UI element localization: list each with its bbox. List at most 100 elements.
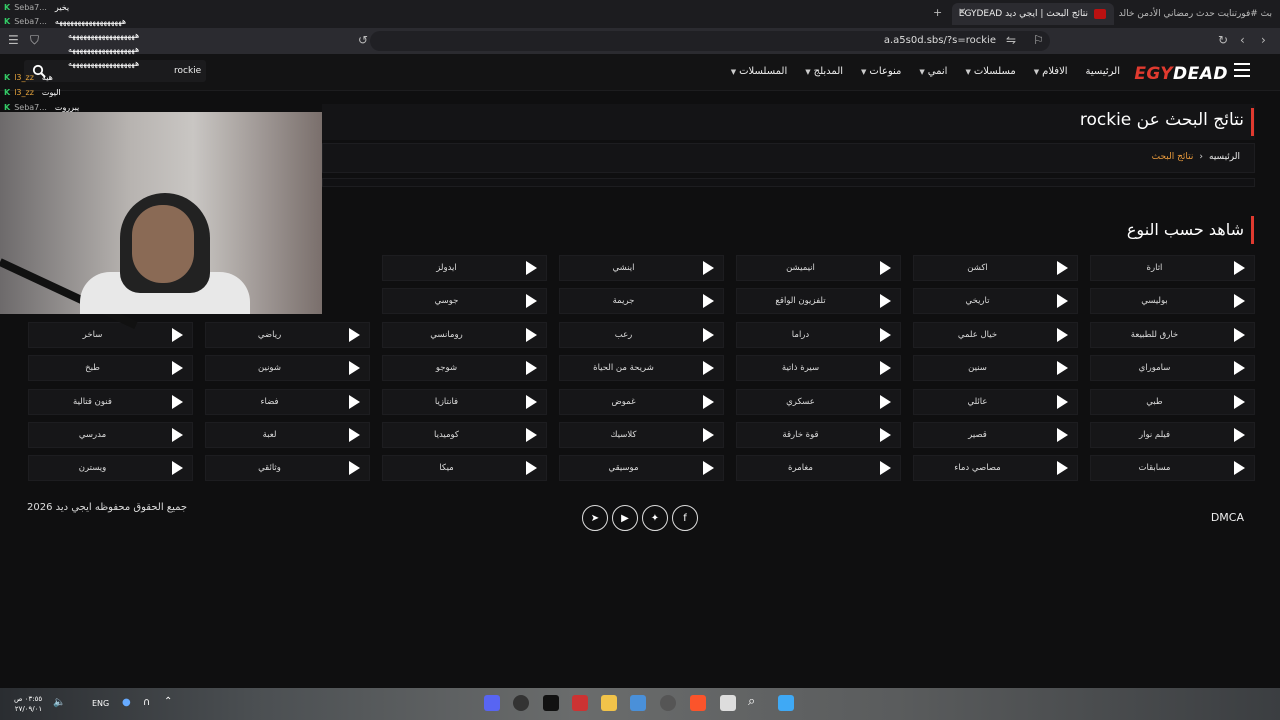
url-text[interactable]: a.a5s0d.sbs/?s=rockie bbox=[884, 35, 996, 46]
twitter-icon[interactable]: ✦ bbox=[642, 505, 668, 531]
facebook-icon[interactable]: f bbox=[672, 505, 698, 531]
genre-button[interactable]: خارق للطبيعة bbox=[1090, 321, 1255, 348]
play-icon bbox=[874, 288, 896, 314]
genre-button[interactable]: قوة خارقة bbox=[736, 422, 901, 448]
genre-button[interactable]: جوسي bbox=[382, 288, 547, 315]
genre-button[interactable]: مدرسي bbox=[28, 422, 193, 448]
genre-button[interactable]: ميكا bbox=[382, 455, 547, 482]
close-tab-icon[interactable]: ✕ bbox=[958, 7, 966, 18]
genre-button[interactable]: وثائقي bbox=[205, 455, 370, 482]
show-hidden-icons-icon[interactable]: ⌃ bbox=[164, 696, 172, 707]
dmca-link[interactable]: DMCA bbox=[1211, 511, 1244, 524]
genre-button[interactable]: قصير bbox=[913, 422, 1078, 448]
breadcrumb-home-link[interactable]: الرئيسيه bbox=[1209, 152, 1240, 162]
genre-button[interactable]: شونين bbox=[205, 355, 370, 382]
genre-button[interactable]: رعب bbox=[559, 321, 724, 348]
obs-icon[interactable] bbox=[513, 695, 529, 711]
genre-label: ساموراي bbox=[1138, 363, 1171, 374]
nav-item[interactable]: الرئيسية bbox=[1086, 66, 1120, 77]
genre-button[interactable]: غموض bbox=[559, 388, 724, 415]
genre-button[interactable]: كلاسيك bbox=[559, 422, 724, 448]
headset-icon[interactable]: ∩ bbox=[143, 697, 150, 708]
genre-button[interactable]: رومانسي bbox=[382, 321, 547, 348]
play-icon bbox=[1051, 322, 1073, 348]
genre-button[interactable]: مصاصي دماء bbox=[913, 455, 1078, 482]
site-logo[interactable]: EGYDEAD bbox=[1134, 64, 1228, 84]
nav-item[interactable]: مسلسلات ▼ bbox=[965, 66, 1015, 77]
genre-button[interactable]: ساموراي bbox=[1090, 355, 1255, 382]
bookmark-icon[interactable]: ⚐ bbox=[1033, 33, 1044, 47]
genre-button[interactable]: عسكري bbox=[736, 388, 901, 415]
genre-button[interactable]: مسابقات bbox=[1090, 455, 1255, 482]
app-icon[interactable] bbox=[660, 695, 676, 711]
genre-button[interactable]: مغامرة bbox=[736, 455, 901, 482]
hamburger-menu-icon[interactable] bbox=[1234, 63, 1250, 77]
stream-chat-overlay: K Seba7... يخير K Seba7... هههههههههههههههههه… bbox=[0, 0, 160, 116]
forward-icon[interactable]: ‹ bbox=[1240, 33, 1245, 47]
youtube-icon[interactable]: ▶ bbox=[612, 505, 638, 531]
genre-button[interactable]: سيرة ذاتية bbox=[736, 355, 901, 382]
genre-button[interactable]: ساخر bbox=[28, 321, 193, 348]
reload-tab-icon[interactable]: ↺ bbox=[358, 33, 368, 47]
speaker-icon[interactable]: 🔈 bbox=[53, 697, 65, 708]
epic-games-icon[interactable] bbox=[543, 695, 559, 711]
start-icon[interactable] bbox=[778, 695, 794, 711]
genre-button[interactable]: اكشن bbox=[913, 255, 1078, 281]
nav-item[interactable]: المسلسلات ▼ bbox=[731, 66, 788, 77]
genre-button[interactable]: لعبة bbox=[205, 422, 370, 448]
site-settings-icon[interactable]: ⇋ bbox=[1006, 33, 1016, 47]
genre-button[interactable]: سنين bbox=[913, 355, 1078, 382]
genre-button[interactable]: انيميشن bbox=[736, 255, 901, 281]
genre-button[interactable]: دراما bbox=[736, 321, 901, 348]
genre-button[interactable]: طبي bbox=[1090, 388, 1255, 415]
genre-button[interactable]: طبخ bbox=[28, 355, 193, 382]
nav-item[interactable]: منوعات ▼ bbox=[861, 66, 901, 77]
genre-button[interactable]: اثارة bbox=[1090, 255, 1255, 281]
nav-item[interactable]: المدبلج ▼ bbox=[805, 66, 843, 77]
genre-label: اثارة bbox=[1146, 263, 1163, 273]
microphone-icon[interactable]: ● bbox=[122, 697, 131, 708]
telegram-icon[interactable]: ➤ bbox=[582, 505, 608, 531]
browser-tab-inactive[interactable]: بث #فورتنايت حدث رمضاني الأدمن خالد bbox=[1118, 3, 1280, 25]
reload-icon[interactable]: ↻ bbox=[1218, 33, 1228, 47]
genre-button[interactable]: فانتازيا bbox=[382, 388, 547, 415]
genre-label: قوة خارقة bbox=[782, 430, 819, 440]
genre-button[interactable]: جريمة bbox=[559, 288, 724, 315]
genre-button[interactable]: فنون قتالية bbox=[28, 388, 193, 415]
genre-button[interactable]: ايدولز bbox=[382, 255, 547, 281]
genre-button[interactable]: ويسترن bbox=[28, 455, 193, 482]
discord-icon[interactable] bbox=[484, 695, 500, 711]
genre-button[interactable]: فيلم نوار bbox=[1090, 422, 1255, 448]
voicemeeter-icon[interactable] bbox=[572, 695, 588, 711]
genre-button[interactable]: فضاء bbox=[205, 388, 370, 415]
genre-button[interactable]: خيال علمي bbox=[913, 321, 1078, 348]
genre-button[interactable]: شريحة من الحياة bbox=[559, 355, 724, 382]
play-icon bbox=[1051, 455, 1073, 481]
file-explorer-icon[interactable] bbox=[601, 695, 617, 711]
browser-tab-active[interactable]: نتائج البحث | ايجي ديد EGYDEAD bbox=[952, 3, 1114, 25]
play-icon bbox=[874, 255, 896, 281]
nav-item[interactable]: انمي ▼ bbox=[919, 66, 947, 77]
genre-button[interactable]: تلفزيون الواقع bbox=[736, 288, 901, 315]
language-indicator[interactable]: ENG bbox=[92, 699, 109, 708]
genre-button[interactable]: موسيقي bbox=[559, 455, 724, 482]
genre-button[interactable]: اينشي bbox=[559, 255, 724, 281]
chat-text: ههههههههههههههههههه bbox=[68, 59, 140, 68]
genre-button[interactable]: بوليسي bbox=[1090, 288, 1255, 315]
brave-icon[interactable] bbox=[690, 695, 706, 711]
new-tab-icon[interactable]: + bbox=[933, 6, 942, 19]
genre-button[interactable]: رياضي bbox=[205, 321, 370, 348]
genre-button[interactable]: كوميديا bbox=[382, 422, 547, 448]
nav-item[interactable]: الافلام ▼ bbox=[1034, 66, 1068, 77]
task-view-icon[interactable] bbox=[720, 695, 736, 711]
play-icon bbox=[1228, 389, 1250, 415]
genre-button[interactable]: عائلي bbox=[913, 388, 1078, 415]
taskbar-search-icon[interactable]: ⌕ bbox=[748, 694, 755, 709]
tray-clock[interactable]: ٠٣:٥٥ ص ٢٧/٠٩/٠١ bbox=[14, 694, 42, 714]
genre-button[interactable]: شوجو bbox=[382, 355, 547, 382]
genres-title: شاهد حسب النوع bbox=[1126, 220, 1244, 239]
store-icon[interactable] bbox=[630, 695, 646, 711]
search-input-value[interactable]: rockie bbox=[174, 66, 201, 76]
genre-button[interactable]: تاريخي bbox=[913, 288, 1078, 315]
back-icon[interactable]: › bbox=[1261, 33, 1266, 47]
